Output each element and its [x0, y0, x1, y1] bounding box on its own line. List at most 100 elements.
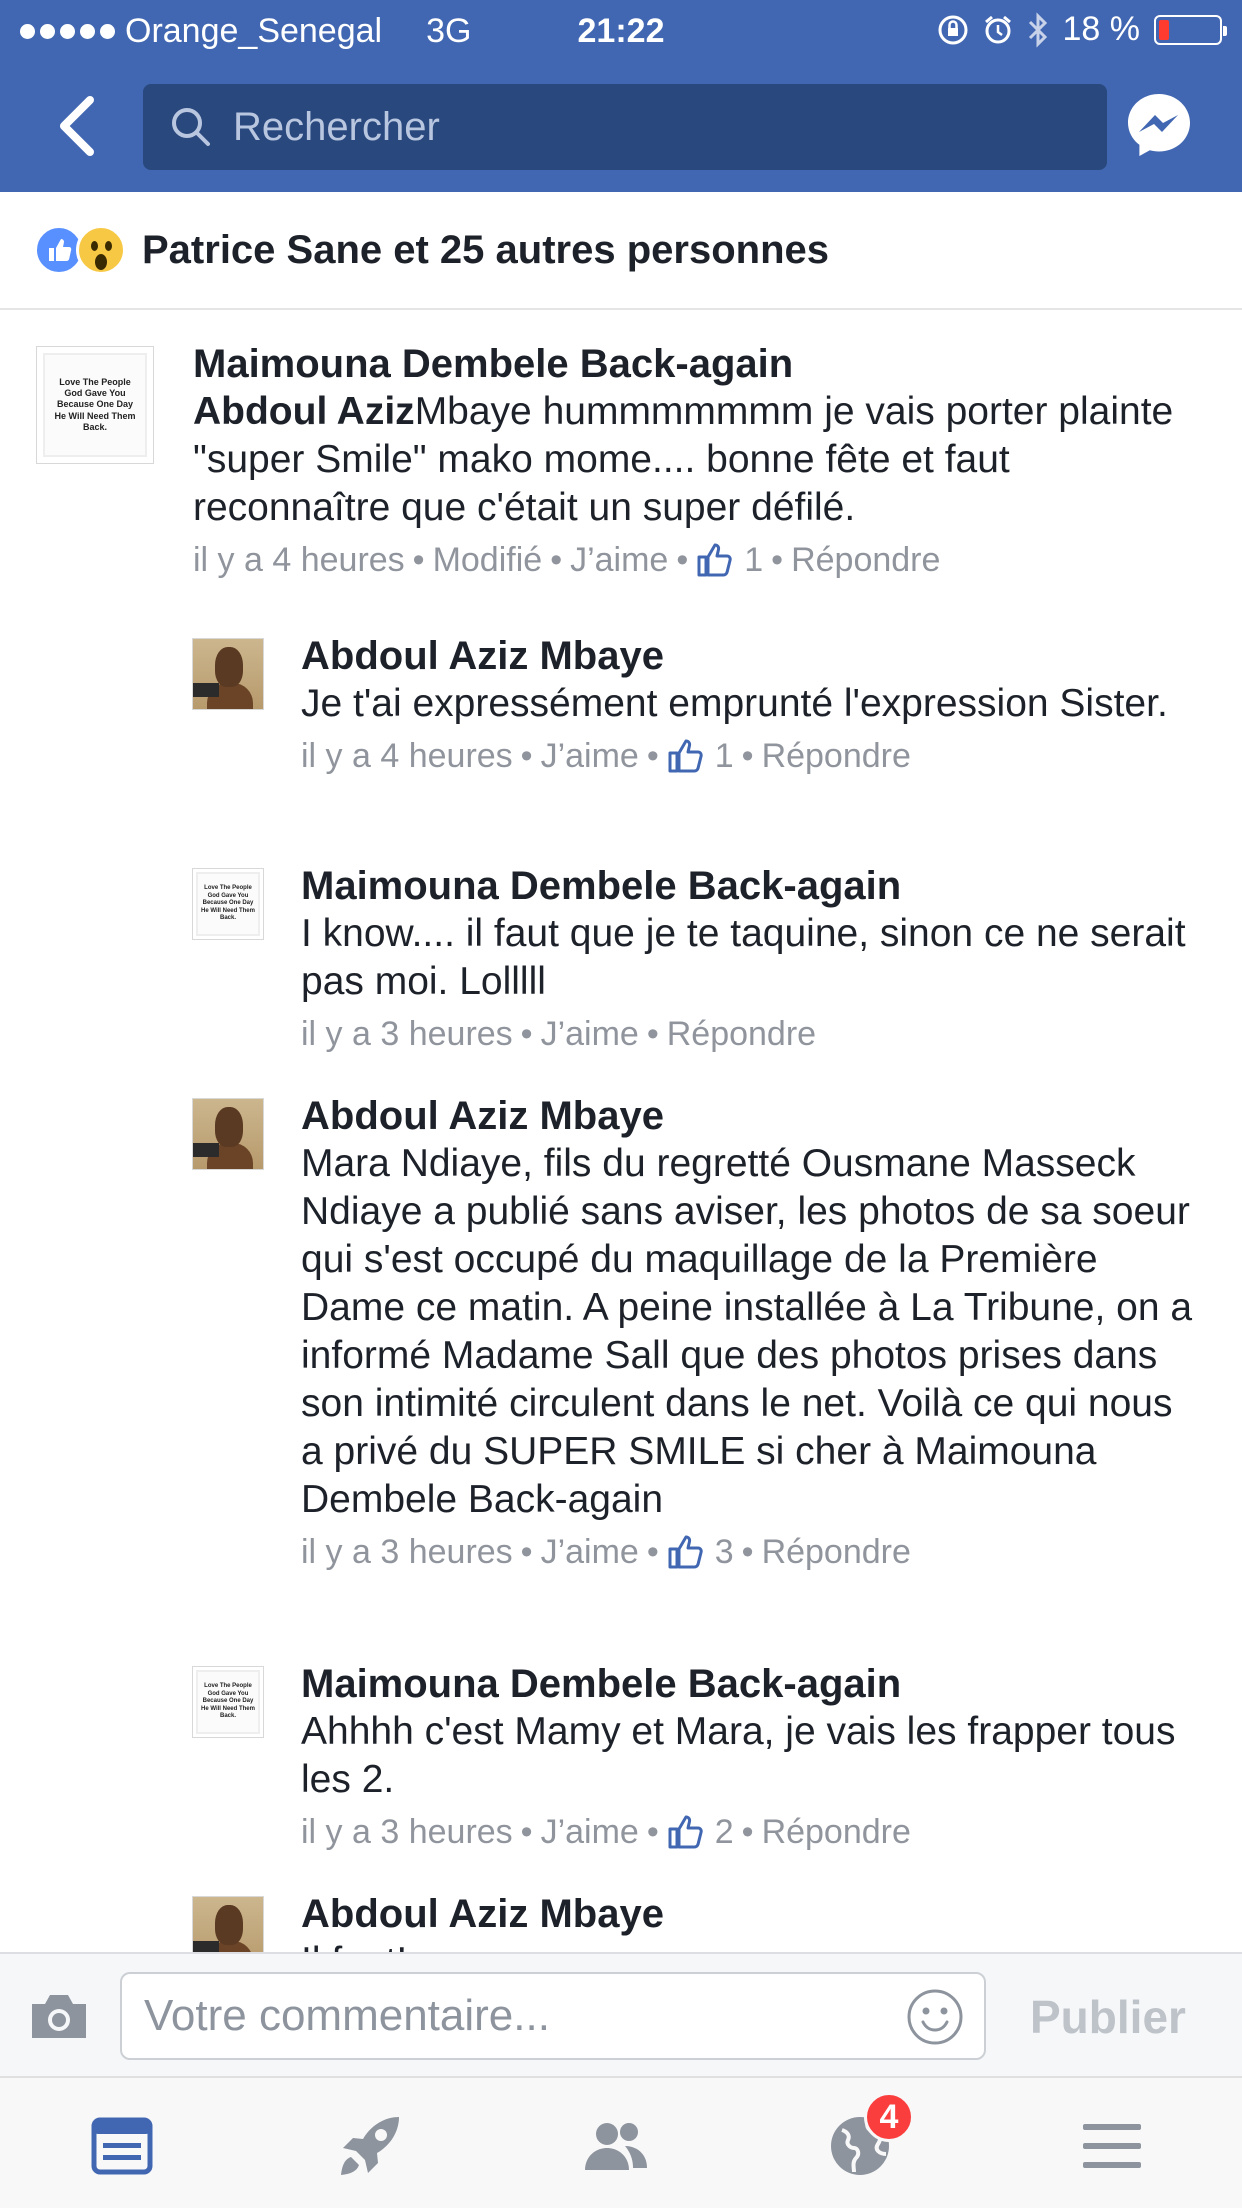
comment-mention[interactable]: Abdoul Aziz: [193, 390, 415, 433]
like-count[interactable]: 1: [715, 734, 734, 778]
wow-reaction-icon: [76, 225, 126, 275]
comment-field[interactable]: [120, 1972, 986, 2060]
avatar[interactable]: Love The People God Gave You Because One…: [36, 346, 154, 464]
alarm-icon: [984, 15, 1011, 43]
thumbs-up-icon: [668, 1535, 703, 1569]
avatar-quote-text: Love The People God Gave You Because One…: [43, 353, 147, 457]
like-link[interactable]: J’aime: [541, 1012, 639, 1056]
reaction-icons: [34, 225, 126, 275]
camera-icon[interactable]: [28, 1990, 90, 2042]
reply-link[interactable]: Répondre: [667, 1012, 816, 1056]
like-link[interactable]: J’aime: [570, 538, 668, 582]
comment-text: Abdoul AzizMbaye hummmmmmm je vais porte…: [193, 388, 1203, 532]
search-input[interactable]: [233, 104, 993, 150]
tab-news-feed[interactable]: [82, 2106, 162, 2186]
comment-input[interactable]: [144, 1974, 884, 2058]
smiley-icon[interactable]: [906, 1988, 964, 2046]
comment-body: Abdoul Aziz Mbaye Je t'ai expressément e…: [301, 632, 1201, 778]
comment-time[interactable]: il y a 4 heures: [193, 538, 405, 582]
publish-button[interactable]: Publier: [1030, 1990, 1186, 2044]
reply-link[interactable]: Répondre: [791, 538, 940, 582]
comment-text: Il faut!: [301, 1938, 1201, 1952]
tab-explore[interactable]: [330, 2106, 410, 2186]
comment-reply: Abdoul Aziz Mbaye Il faut!: [0, 1864, 1242, 1952]
comment-reply: Love The People God Gave You Because One…: [0, 836, 1242, 1066]
tab-friends[interactable]: [576, 2106, 656, 2186]
comment-time[interactable]: il y a 3 heures: [301, 1530, 513, 1574]
comment-reply: Abdoul Aziz Mbaye Je t'ai expressément e…: [0, 606, 1242, 836]
rocket-icon: [341, 2117, 399, 2175]
reply-link[interactable]: Répondre: [762, 1810, 911, 1854]
battery-percent: 18 %: [1062, 10, 1141, 48]
comment-meta: il y a 3 heures • J’aime • 2 • Répondre: [301, 1810, 1201, 1854]
like-count[interactable]: 1: [744, 538, 763, 582]
tab-bar: 4: [0, 2076, 1242, 2208]
friends-icon: [585, 2123, 647, 2170]
comment-text: I know.... il faut que je te taquine, si…: [301, 912, 1186, 1003]
comment-author[interactable]: Maimouna Dembele Back-again: [301, 862, 1201, 910]
comment-body: Maimouna Dembele Back-again Ahhhh c'est …: [301, 1660, 1201, 1854]
avatar[interactable]: Love The People God Gave You Because One…: [192, 1666, 264, 1738]
thumbs-up-icon: [697, 543, 732, 577]
menu-icon: [1083, 2124, 1141, 2168]
comment-meta: il y a 3 heures • J’aime • 3 • Répondre: [301, 1530, 1201, 1574]
like-count[interactable]: 3: [715, 1530, 734, 1574]
thumbs-up-icon: [668, 1815, 703, 1849]
comment-author[interactable]: Maimouna Dembele Back-again: [301, 1660, 1201, 1708]
avatar[interactable]: [192, 1098, 264, 1170]
notifications-badge: 4: [864, 2092, 914, 2142]
comment-time[interactable]: il y a 4 heures: [301, 734, 513, 778]
comment-text: Ahhhh c'est Mamy et Mara, je vais les fr…: [301, 1710, 1176, 1801]
like-link[interactable]: J’aime: [541, 1810, 639, 1854]
comment-author[interactable]: Abdoul Aziz Mbaye: [301, 1890, 1201, 1938]
status-right: 18 %: [937, 10, 1227, 49]
orientation-lock-icon: [938, 15, 967, 44]
comment-author[interactable]: Maimouna Dembele Back-again: [193, 340, 1203, 388]
comment-composer: Publier: [0, 1952, 1242, 2076]
comment-reply: Love The People God Gave You Because One…: [0, 1634, 1242, 1864]
tab-menu[interactable]: [1072, 2106, 1152, 2186]
thumbs-up-icon: [668, 739, 703, 773]
navigation-bar: [0, 62, 1242, 192]
bluetooth-icon: [1028, 11, 1047, 48]
like-count[interactable]: 2: [715, 1810, 734, 1854]
comment: Love The People God Gave You Because One…: [0, 310, 1242, 600]
status-bar: Orange_Senegal 3G 21:22 18 %: [0, 0, 1242, 62]
comment-text: Mara Ndiaye, fils du regretté Ousmane Ma…: [301, 1142, 1193, 1521]
tab-notifications[interactable]: 4: [820, 2092, 914, 2186]
comment-text: Je t'ai expressément emprunté l'expressi…: [301, 682, 1168, 725]
comment-time[interactable]: il y a 3 heures: [301, 1810, 513, 1854]
comment-body: Abdoul Aziz Mbaye Il faut!: [301, 1890, 1201, 1952]
comment-body: Maimouna Dembele Back-again I know.... i…: [301, 862, 1201, 1056]
search-bar[interactable]: [143, 84, 1107, 170]
reply-link[interactable]: Répondre: [762, 734, 911, 778]
comment-author[interactable]: Abdoul Aziz Mbaye: [301, 1092, 1201, 1140]
search-icon: [172, 108, 210, 146]
reply-link[interactable]: Répondre: [762, 1530, 911, 1574]
avatar[interactable]: [192, 638, 264, 710]
comment-meta: il y a 4 heures • Modifié • J’aime • 1 • Rép…: [193, 538, 1203, 582]
comment-meta: il y a 3 heures • J’aime • Répondre: [301, 1012, 1201, 1056]
comment-edited[interactable]: Modifié: [433, 538, 543, 582]
news-feed-icon: [91, 2117, 153, 2175]
comment-time[interactable]: il y a 3 heures: [301, 1012, 513, 1056]
battery-icon: [1154, 14, 1227, 45]
comment-body: Abdoul Aziz Mbaye Mara Ndiaye, fils du r…: [301, 1092, 1201, 1574]
messenger-icon[interactable]: [1124, 90, 1194, 160]
comment-meta: il y a 4 heures • J’aime • 1 • Répondre: [301, 734, 1201, 778]
avatar-quote-text: Love The People God Gave You Because One…: [196, 872, 260, 936]
comment-body: Maimouna Dembele Back-again Abdoul AzizM…: [193, 340, 1203, 582]
back-chevron-icon[interactable]: [48, 90, 108, 162]
top-bar: Orange_Senegal 3G 21:22 18 %: [0, 0, 1242, 192]
comment-thread[interactable]: Love The People God Gave You Because One…: [0, 310, 1242, 1952]
avatar[interactable]: [192, 1896, 264, 1952]
comment-author[interactable]: Abdoul Aziz Mbaye: [301, 632, 1201, 680]
like-link[interactable]: J’aime: [541, 734, 639, 778]
reactions-summary[interactable]: Patrice Sane et 25 autres personnes: [0, 192, 1242, 310]
battery-fill: [1159, 19, 1170, 40]
like-link[interactable]: J’aime: [541, 1530, 639, 1574]
comment-reply: Abdoul Aziz Mbaye Mara Ndiaye, fils du r…: [0, 1066, 1242, 1634]
reactions-text[interactable]: Patrice Sane et 25 autres personnes: [142, 228, 829, 273]
avatar-quote-text: Love The People God Gave You Because One…: [196, 1670, 260, 1734]
avatar[interactable]: Love The People God Gave You Because One…: [192, 868, 264, 940]
